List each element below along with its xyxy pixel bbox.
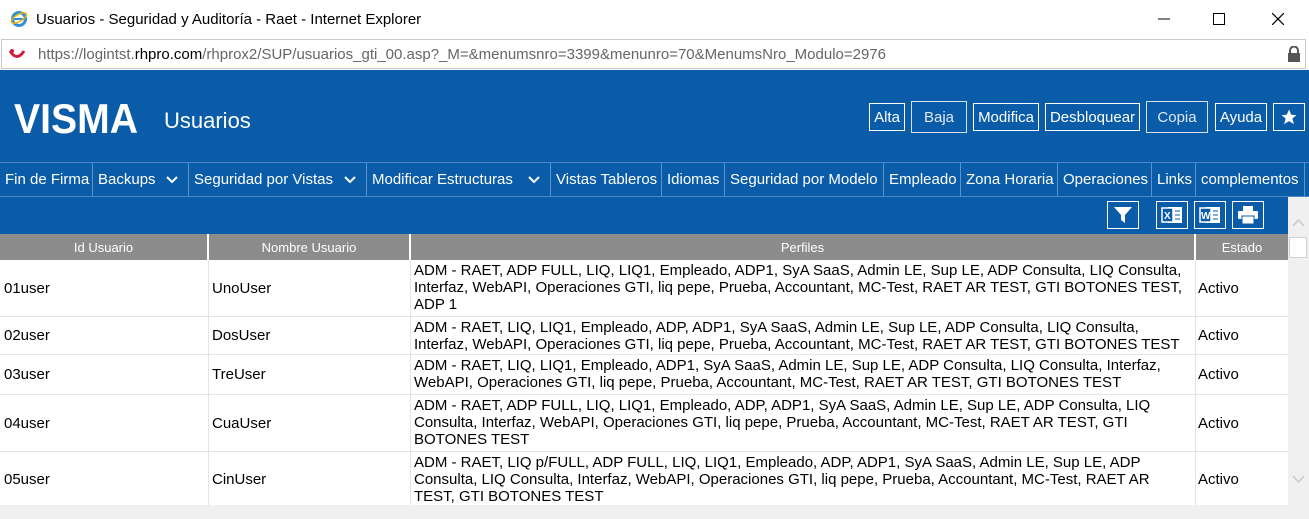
- visma-logo: VISMA: [14, 100, 138, 136]
- column-header-estado[interactable]: Estado: [1196, 234, 1288, 260]
- desbloquear-button[interactable]: Desbloquear: [1045, 103, 1140, 131]
- cell-perfiles: ADM - RAET, LIQ p/FULL, ADP FULL, LIQ, L…: [411, 452, 1196, 506]
- menu-label: Idiomas: [667, 171, 720, 188]
- scroll-up-icon[interactable]: [1292, 219, 1305, 227]
- menu-label: Vistas Tableros: [556, 171, 658, 188]
- chevron-down-icon: [166, 176, 178, 184]
- chevron-down-icon: [528, 176, 540, 184]
- menu-label: complementos: [1201, 171, 1299, 188]
- menu-label: Seguridad por Vistas: [194, 171, 333, 188]
- column-header-id[interactable]: Id Usuario: [0, 234, 209, 260]
- minimize-button[interactable]: [1141, 0, 1187, 38]
- app-header: VISMA Usuarios Alta Baja Modifica Desblo…: [0, 70, 1309, 162]
- cell-perfiles: ADM - RAET, LIQ, LIQ1, Empleado, ADP1, S…: [411, 355, 1196, 394]
- ayuda-button[interactable]: Ayuda: [1215, 103, 1267, 131]
- lock-icon[interactable]: [1287, 46, 1301, 63]
- menu-empleado[interactable]: Empleado: [884, 163, 961, 196]
- cell-name: CuaUser: [209, 395, 411, 451]
- cell-name: DosUser: [209, 317, 411, 354]
- menu-complementos[interactable]: complementos: [1196, 163, 1305, 196]
- cell-name: CinUser: [209, 452, 411, 506]
- cell-estado: Activo: [1198, 279, 1239, 297]
- site-icon: [8, 49, 26, 58]
- cell-name: TreUser: [209, 355, 411, 394]
- menu-label: Backups: [98, 171, 156, 188]
- menu-links[interactable]: Links: [1152, 163, 1196, 196]
- favorite-button[interactable]: [1273, 103, 1305, 131]
- table-row[interactable]: 01user UnoUser ADM - RAET, ADP FULL, LIQ…: [0, 260, 1288, 317]
- maximize-button[interactable]: [1196, 0, 1242, 38]
- column-header-nombre[interactable]: Nombre Usuario: [209, 234, 411, 260]
- menu-label: Empleado: [889, 171, 957, 188]
- cell-id: 04user: [0, 395, 209, 451]
- menu-seguridad-por-vistas[interactable]: Seguridad por Vistas: [189, 163, 367, 196]
- copia-button[interactable]: Copia: [1146, 101, 1208, 133]
- word-icon: W: [1199, 207, 1220, 223]
- menu-fin-de-firma[interactable]: Fin de Firma: [0, 163, 93, 196]
- close-button[interactable]: [1255, 0, 1301, 38]
- chevron-down-icon: [344, 176, 356, 184]
- svg-text:VISMA: VISMA: [14, 100, 138, 136]
- filter-button[interactable]: [1107, 201, 1139, 229]
- main-menu: Fin de Firma Backups Seguridad por Vista…: [0, 162, 1309, 197]
- scroll-down-icon[interactable]: [1292, 475, 1305, 483]
- window-titlebar: Usuarios - Seguridad y Auditoría - Raet …: [0, 0, 1309, 38]
- print-button[interactable]: [1232, 201, 1264, 229]
- table-row[interactable]: 02user DosUser ADM - RAET, LIQ, LIQ1, Em…: [0, 317, 1288, 355]
- menu-label: Fin de Firma: [5, 171, 90, 188]
- menu-label: Seguridad por Modelo: [730, 171, 878, 188]
- menu-modificar-estructuras[interactable]: Modificar Estructuras: [367, 163, 551, 196]
- alta-button[interactable]: Alta: [869, 103, 905, 131]
- horizontal-scrollbar[interactable]: [0, 505, 1309, 519]
- minimize-icon: [1158, 18, 1170, 20]
- cell-perfiles: ADM - RAET, LIQ, LIQ1, Empleado, ADP, AD…: [411, 317, 1196, 354]
- menu-label: Links: [1157, 171, 1193, 188]
- table-row[interactable]: 03user TreUser ADM - RAET, LIQ, LIQ1, Em…: [0, 355, 1288, 395]
- modifica-button[interactable]: Modifica: [973, 103, 1039, 131]
- table-row[interactable]: 04user CuaUser ADM - RAET, ADP FULL, LIQ…: [0, 395, 1288, 452]
- menu-idiomas[interactable]: Idiomas: [662, 163, 725, 196]
- internet-explorer-icon: [10, 11, 28, 27]
- menu-vistas-tableros[interactable]: Vistas Tableros: [551, 163, 662, 196]
- menu-label: Operaciones: [1063, 171, 1149, 188]
- export-excel-button[interactable]: X: [1156, 201, 1188, 229]
- svg-text:W: W: [1201, 211, 1211, 222]
- table-header: Id Usuario Nombre Usuario Perfiles Estad…: [0, 234, 1288, 260]
- cell-perfiles: ADM - RAET, ADP FULL, LIQ, LIQ1, Emplead…: [411, 260, 1196, 316]
- cell-id: 02user: [0, 317, 209, 354]
- filter-icon: [1114, 207, 1132, 223]
- cell-id: 03user: [0, 355, 209, 394]
- menu-seguridad-por-modelo[interactable]: Seguridad por Modelo: [725, 163, 884, 196]
- excel-icon: X: [1161, 207, 1182, 223]
- menu-zona-horaria[interactable]: Zona Horaria: [961, 163, 1058, 196]
- page-title: Usuarios: [164, 108, 251, 133]
- maximize-icon: [1213, 13, 1225, 25]
- cell-id: 05user: [0, 452, 209, 506]
- cell-id: 01user: [0, 260, 209, 316]
- export-word-button[interactable]: W: [1194, 201, 1226, 229]
- grid-toolbar: X W: [0, 197, 1288, 234]
- vertical-scrollbar[interactable]: [1288, 197, 1309, 507]
- menu-label: Modificar Estructuras: [372, 171, 513, 188]
- print-icon: [1238, 206, 1258, 225]
- menu-label: Zona Horaria: [966, 171, 1054, 188]
- svg-text:X: X: [1164, 211, 1171, 222]
- window-title: Usuarios - Seguridad y Auditoría - Raet …: [36, 11, 422, 28]
- star-icon: [1281, 109, 1297, 125]
- menu-operaciones[interactable]: Operaciones: [1058, 163, 1152, 196]
- cell-estado: Activo: [1198, 470, 1239, 488]
- address-bar[interactable]: https://logintst.rhpro.com/rhprox2/SUP/u…: [1, 39, 1306, 69]
- scrollbar-thumb[interactable]: [1289, 237, 1307, 258]
- cell-estado: Activo: [1198, 327, 1239, 344]
- baja-button[interactable]: Baja: [911, 101, 967, 133]
- cell-estado: Activo: [1198, 366, 1239, 383]
- url-text[interactable]: https://logintst.rhpro.com/rhprox2/SUP/u…: [38, 46, 886, 63]
- column-header-perfiles[interactable]: Perfiles: [411, 234, 1196, 260]
- cell-estado: Activo: [1198, 414, 1239, 432]
- cell-perfiles: ADM - RAET, ADP FULL, LIQ, LIQ1, Emplead…: [411, 395, 1196, 451]
- close-icon: [1272, 13, 1284, 25]
- table-row[interactable]: 05user CinUser ADM - RAET, LIQ p/FULL, A…: [0, 452, 1288, 506]
- cell-name: UnoUser: [209, 260, 411, 316]
- menu-backups[interactable]: Backups: [93, 163, 189, 196]
